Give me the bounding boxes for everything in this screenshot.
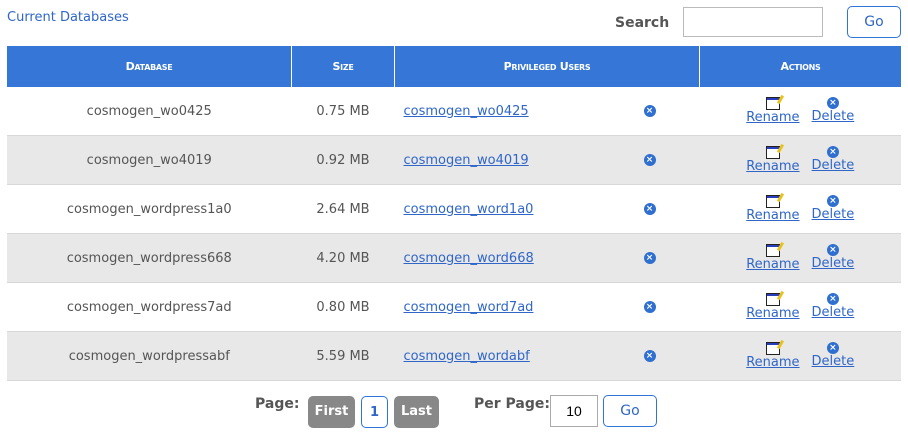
header-size: Size [291, 46, 395, 87]
table-row: cosmogen_wordpress7ad 0.80 MB cosmogen_w… [7, 282, 901, 332]
database-size: 0.75 MB [291, 87, 395, 136]
per-page-label: Per Page: [474, 396, 550, 412]
remove-user-icon[interactable]: × [643, 154, 656, 166]
privileged-user-link[interactable]: cosmogen_wo0425 [404, 104, 529, 119]
edit-icon[interactable] [765, 243, 780, 257]
rename-action[interactable]: Rename [746, 194, 800, 224]
delete-link[interactable]: Delete [812, 207, 855, 223]
per-page-input[interactable] [550, 395, 598, 427]
delete-icon[interactable]: × [826, 243, 839, 256]
page-1-button[interactable]: 1 [361, 396, 388, 428]
delete-action[interactable]: × Delete [812, 341, 855, 371]
database-size: 4.20 MB [291, 233, 395, 283]
delete-action[interactable]: × Delete [812, 292, 855, 322]
table-row: cosmogen_wo0425 0.75 MB cosmogen_wo0425 ×… [7, 87, 901, 136]
page-label: Page: [255, 396, 300, 412]
rename-action[interactable]: Rename [746, 145, 800, 175]
databases-table: Database Size Privileged Users Actions c… [7, 46, 901, 381]
rename-link[interactable]: Rename [746, 306, 799, 322]
privileged-user-link[interactable]: cosmogen_word7ad [404, 300, 534, 315]
search-go-button[interactable]: Go [847, 6, 901, 38]
delete-action[interactable]: × Delete [812, 194, 855, 224]
rename-action[interactable]: Rename [746, 243, 800, 273]
delete-link[interactable]: Delete [812, 109, 855, 125]
remove-user-icon[interactable]: × [643, 301, 656, 313]
database-size: 0.92 MB [291, 135, 395, 185]
privileged-user-link[interactable]: cosmogen_wordabf [404, 349, 530, 364]
rename-action[interactable]: Rename [746, 341, 800, 371]
last-page-button[interactable]: Last [394, 396, 439, 428]
table-row: cosmogen_wordpress1a0 2.64 MB cosmogen_w… [7, 184, 901, 234]
database-name: cosmogen_wordpress7ad [7, 282, 292, 332]
edit-icon[interactable] [765, 194, 780, 208]
rename-action[interactable]: Rename [746, 292, 800, 322]
table-row: cosmogen_wordpressabf 5.59 MB cosmogen_w… [7, 331, 901, 381]
rename-link[interactable]: Rename [746, 110, 799, 126]
database-name: cosmogen_wo4019 [7, 135, 292, 185]
delete-icon[interactable]: × [826, 96, 839, 109]
first-page-button[interactable]: First [308, 396, 355, 428]
page-title[interactable]: Current Databases [7, 10, 129, 25]
database-name: cosmogen_wo0425 [7, 87, 292, 136]
delete-link[interactable]: Delete [812, 158, 855, 174]
privileged-user-link[interactable]: cosmogen_wo4019 [404, 153, 529, 168]
privileged-user-link[interactable]: cosmogen_word1a0 [404, 202, 534, 217]
remove-user-icon[interactable]: × [643, 350, 656, 362]
database-size: 0.80 MB [291, 282, 395, 332]
database-name: cosmogen_wordpress668 [7, 233, 292, 283]
search-input[interactable] [683, 7, 823, 37]
rename-link[interactable]: Rename [746, 159, 799, 175]
database-name: cosmogen_wordpress1a0 [7, 184, 292, 234]
delete-icon[interactable]: × [826, 194, 839, 207]
edit-icon[interactable] [765, 292, 780, 306]
rename-link[interactable]: Rename [746, 208, 799, 224]
rename-action[interactable]: Rename [746, 96, 800, 126]
privileged-user-link[interactable]: cosmogen_word668 [404, 251, 534, 266]
delete-action[interactable]: × Delete [812, 96, 855, 126]
edit-icon[interactable] [765, 96, 780, 110]
delete-link[interactable]: Delete [812, 305, 855, 321]
header-privileged-users: Privileged Users [394, 46, 700, 87]
database-size: 2.64 MB [291, 184, 395, 234]
search-label: Search [615, 15, 670, 31]
header-actions: Actions [699, 46, 901, 87]
remove-user-icon[interactable]: × [643, 203, 656, 215]
database-name: cosmogen_wordpressabf [7, 331, 292, 381]
table-row: cosmogen_wordpress668 4.20 MB cosmogen_w… [7, 233, 901, 283]
remove-user-icon[interactable]: × [643, 105, 656, 117]
delete-link[interactable]: Delete [812, 354, 855, 370]
per-page-go-button[interactable]: Go [603, 395, 657, 427]
header-database: Database [7, 46, 292, 87]
delete-link[interactable]: Delete [812, 256, 855, 272]
database-size: 5.59 MB [291, 331, 395, 381]
delete-icon[interactable]: × [826, 292, 839, 305]
delete-action[interactable]: × Delete [812, 145, 855, 175]
table-row: cosmogen_wo4019 0.92 MB cosmogen_wo4019 ×… [7, 135, 901, 185]
remove-user-icon[interactable]: × [643, 252, 656, 264]
rename-link[interactable]: Rename [746, 355, 799, 371]
delete-action[interactable]: × Delete [812, 243, 855, 273]
delete-icon[interactable]: × [826, 341, 839, 354]
edit-icon[interactable] [765, 145, 780, 159]
delete-icon[interactable]: × [826, 145, 839, 158]
rename-link[interactable]: Rename [746, 257, 799, 273]
edit-icon[interactable] [765, 341, 780, 355]
